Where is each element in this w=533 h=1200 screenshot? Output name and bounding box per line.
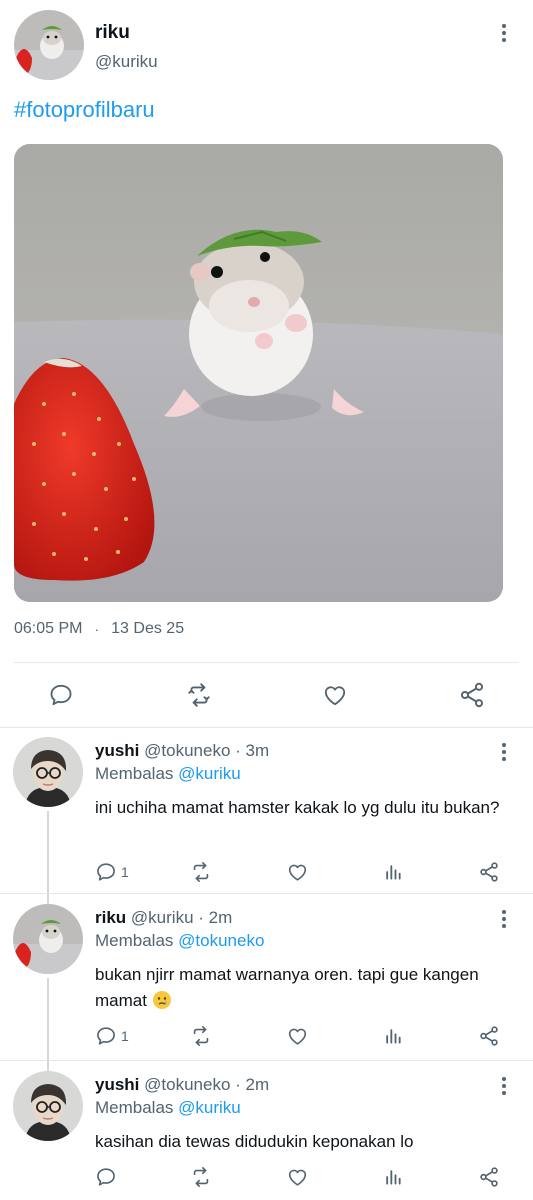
reply-author-name[interactable]: yushi	[95, 1075, 139, 1094]
replying-to-handle[interactable]: @kuriku	[178, 1098, 241, 1117]
reply-actions: 1	[0, 1021, 533, 1051]
more-options-icon[interactable]	[494, 904, 514, 934]
reply-time: · 3m	[235, 741, 270, 760]
views-icon[interactable]	[383, 857, 403, 887]
views-icon[interactable]	[383, 1021, 403, 1051]
divider	[14, 662, 519, 663]
replying-to: Membalas @kuriku	[95, 1098, 241, 1118]
reply-author: yushi @tokuneko · 3m	[95, 741, 269, 761]
reply-icon[interactable]: 1	[95, 1021, 129, 1051]
like-icon[interactable]	[286, 857, 309, 887]
share-icon[interactable]	[478, 1162, 500, 1192]
share-icon[interactable]	[457, 680, 487, 710]
reply-icon[interactable]	[95, 1162, 121, 1192]
divider	[0, 727, 533, 728]
retweet-icon[interactable]	[189, 1162, 213, 1192]
share-icon[interactable]	[478, 1021, 500, 1051]
tweet-timestamp: 06:05 PM · 13 Des 25	[14, 620, 184, 638]
reply-text-container: bukan njirr mamat warnanya oren. tapi gu…	[95, 962, 515, 1014]
hamster-avatar[interactable]	[14, 10, 84, 80]
author-name[interactable]: riku	[95, 22, 130, 44]
reply-text: ini uchiha mamat hamster kakak lo yg dul…	[95, 798, 500, 817]
like-icon[interactable]	[286, 1021, 309, 1051]
retweet-icon[interactable]	[189, 857, 213, 887]
replying-to: Membalas @tokuneko	[95, 931, 264, 951]
person-glasses-avatar[interactable]	[13, 737, 83, 807]
replying-to-handle[interactable]: @kuriku	[178, 764, 241, 783]
hamster-avatar[interactable]	[13, 904, 83, 974]
more-options-icon[interactable]	[494, 18, 514, 48]
reply-author-handle[interactable]: @tokuneko	[144, 741, 230, 760]
crying-face-emoji-icon	[152, 990, 172, 1010]
reply-author-handle[interactable]: @tokuneko	[144, 1075, 230, 1094]
replying-to-prefix: Membalas	[95, 1098, 174, 1117]
main-tweet-header: riku @kuriku	[14, 10, 519, 82]
reply-actions	[0, 1162, 533, 1192]
replying-to-prefix: Membalas	[95, 764, 174, 783]
replying-to-handle[interactable]: @tokuneko	[178, 931, 264, 950]
reply-author: riku @kuriku · 2m	[95, 908, 232, 928]
reply-author-name[interactable]: riku	[95, 908, 126, 927]
retweet-icon[interactable]	[189, 1021, 213, 1051]
hashtag-link[interactable]: #fotoprofilbaru	[14, 97, 155, 123]
meta-separator: ·	[94, 621, 100, 637]
like-icon[interactable]	[286, 1162, 309, 1192]
reply-author-name[interactable]: yushi	[95, 741, 139, 760]
divider	[0, 1060, 533, 1061]
reply-text: kasihan dia tewas didudukin keponakan lo	[95, 1132, 414, 1151]
replying-to-prefix: Membalas	[95, 931, 174, 950]
reply-icon[interactable]	[46, 680, 76, 710]
replying-to: Membalas @kuriku	[95, 764, 241, 784]
divider	[0, 893, 533, 894]
tweet-date: 13 Des 25	[111, 620, 185, 637]
retweet-icon[interactable]	[184, 680, 214, 710]
reply-count: 1	[121, 864, 129, 880]
tweet-time: 06:05 PM	[14, 620, 83, 637]
reply-count: 1	[121, 1028, 129, 1044]
reply-icon[interactable]: 1	[95, 857, 129, 887]
main-tweet-actions	[0, 672, 533, 718]
like-icon[interactable]	[320, 680, 350, 710]
reply-actions: 1	[0, 857, 533, 887]
more-options-icon[interactable]	[494, 737, 514, 767]
reply-time: · 2m	[235, 1075, 270, 1094]
reply-author-handle[interactable]: @kuriku	[131, 908, 194, 927]
more-options-icon[interactable]	[494, 1071, 514, 1101]
reply-time: · 2m	[198, 908, 233, 927]
person-glasses-avatar[interactable]	[13, 1071, 83, 1141]
share-icon[interactable]	[478, 857, 500, 887]
tweet-photo[interactable]	[14, 144, 503, 602]
author-handle[interactable]: @kuriku	[95, 52, 158, 72]
reply-author: yushi @tokuneko · 2m	[95, 1075, 269, 1095]
views-icon[interactable]	[383, 1162, 403, 1192]
